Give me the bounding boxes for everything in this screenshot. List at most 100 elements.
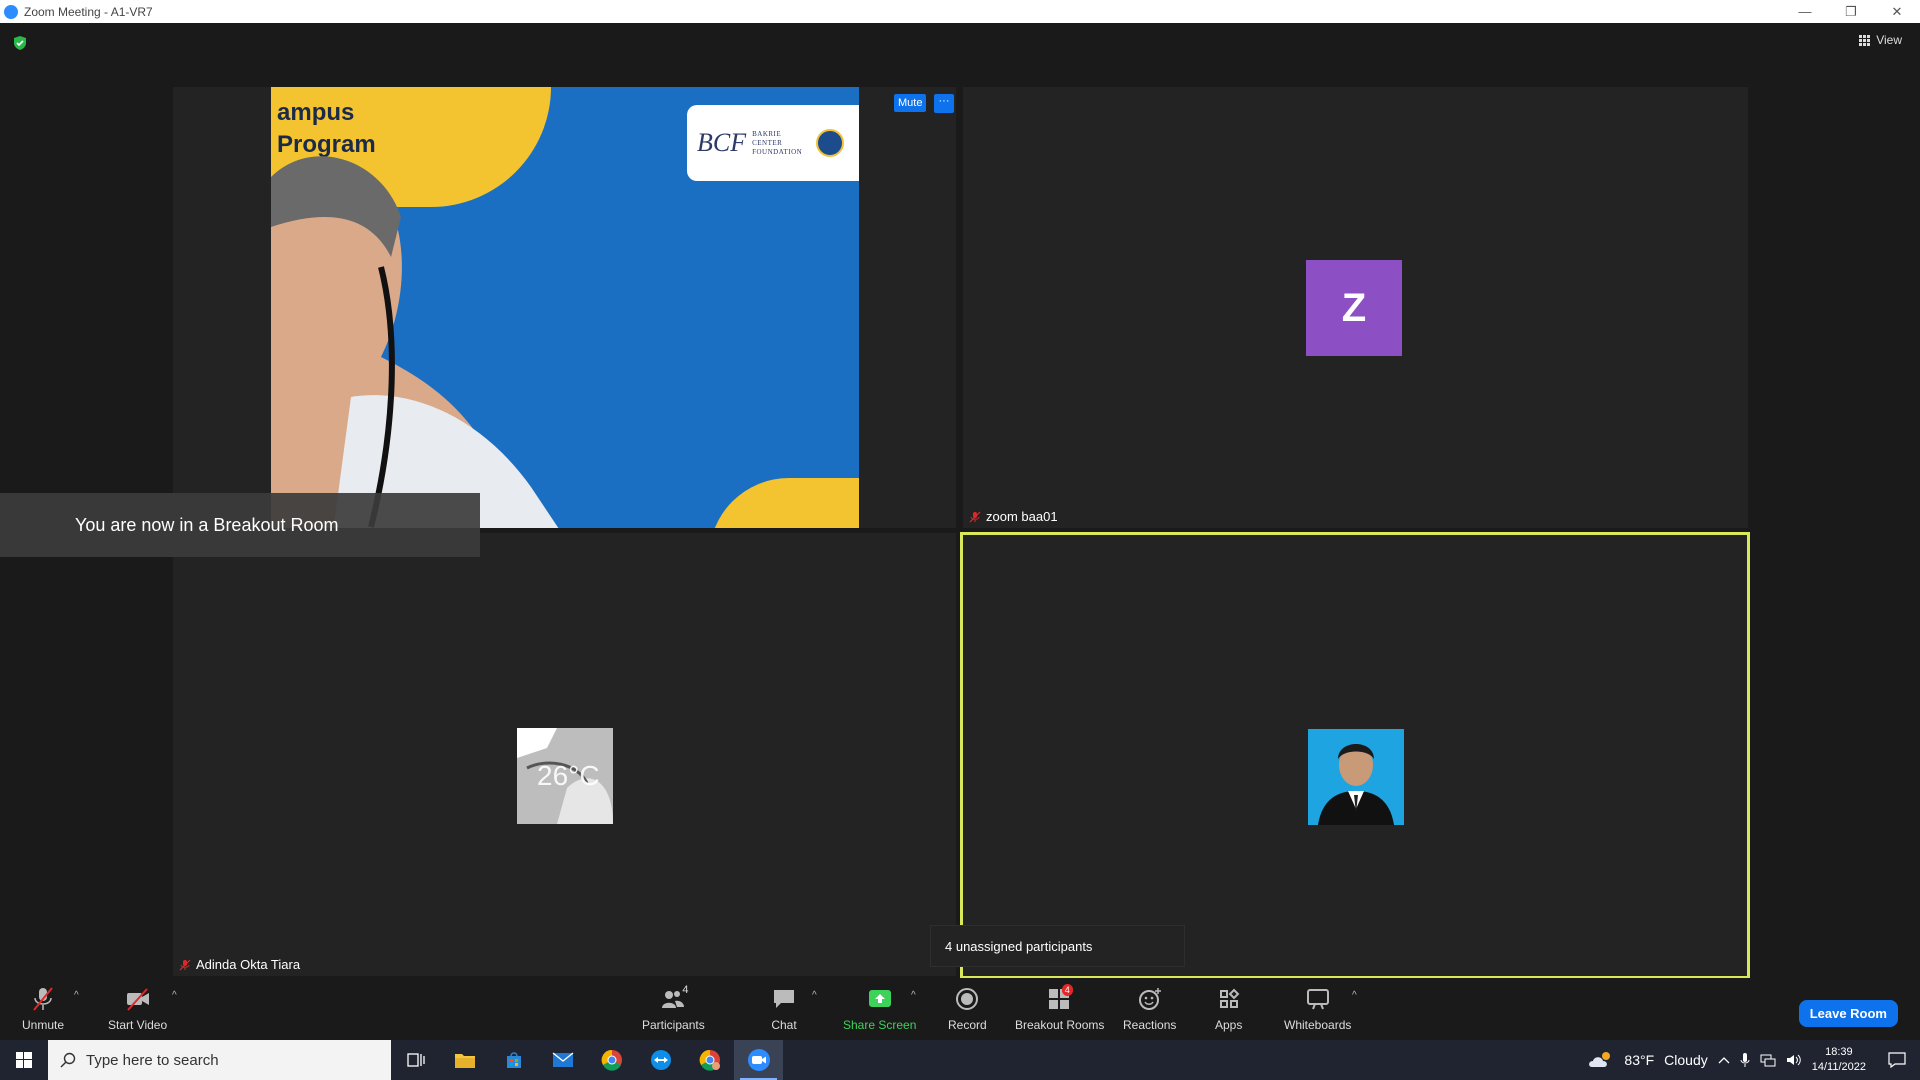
logo-org-line2: CENTER <box>752 138 783 147</box>
mail-icon <box>552 1052 573 1067</box>
participant-video: ampus Program BCF BAKRIE CENTER FOUNDATI… <box>271 87 859 528</box>
participants-button[interactable]: 4 Participants <box>642 984 705 1032</box>
reactions-button[interactable]: Reactions <box>1123 986 1176 1032</box>
profile-photo <box>1308 729 1404 825</box>
restore-button[interactable]: ❐ <box>1828 0 1874 23</box>
reactions-icon <box>1138 988 1161 1010</box>
system-tray: 83°F Cloudy 18:39 14/11/2022 <box>1588 1040 1920 1080</box>
participant-name: zoom baa01 <box>986 509 1058 524</box>
notifications-icon[interactable] <box>1888 1052 1906 1068</box>
participants-label: Participants <box>642 1018 705 1032</box>
breakout-rooms-button[interactable]: 4 Breakout Rooms <box>1015 984 1104 1032</box>
chat-options-caret[interactable]: ^ <box>812 990 817 1001</box>
chat-button[interactable]: Chat <box>771 986 797 1032</box>
volume-icon[interactable] <box>1786 1053 1802 1067</box>
store-icon <box>506 1052 521 1068</box>
more-options-button[interactable]: ··· <box>934 94 954 113</box>
emblem-icon <box>816 129 845 157</box>
person-silhouette <box>271 156 559 528</box>
avatar: 26°C <box>517 728 613 824</box>
start-button[interactable] <box>0 1040 48 1080</box>
minimize-button[interactable]: — <box>1782 0 1828 23</box>
microphone-icon[interactable] <box>1740 1052 1750 1068</box>
chat-label: Chat <box>771 1018 797 1032</box>
task-view-icon <box>406 1053 425 1067</box>
leave-room-button[interactable]: Leave Room <box>1798 1000 1898 1027</box>
task-view-button[interactable] <box>391 1040 440 1080</box>
whiteboards-label: Whiteboards <box>1284 1018 1352 1032</box>
window-title: Zoom Meeting - A1-VR7 <box>24 4 153 19</box>
chrome-icon <box>601 1049 622 1071</box>
participants-count: 4 <box>682 984 689 996</box>
close-button[interactable]: ✕ <box>1874 0 1920 23</box>
whiteboards-options-caret[interactable]: ^ <box>1352 990 1357 1001</box>
video-tile-active-speaker[interactable] <box>960 532 1750 979</box>
network-icon[interactable] <box>1760 1053 1776 1067</box>
folder-icon <box>454 1054 475 1068</box>
logo-letters: BCF <box>697 128 747 157</box>
weather-temp[interactable]: 83°F <box>1624 1052 1654 1068</box>
logo-org-line1: BAKRIE <box>752 129 782 138</box>
meeting-area: View ampus Program BCF BAKRIE CENTER FOU… <box>0 23 1920 979</box>
zoom-app-icon <box>4 4 18 19</box>
record-label: Record <box>948 1018 987 1032</box>
teamviewer-app[interactable] <box>636 1040 685 1080</box>
tooltip-arrow <box>1052 967 1064 973</box>
video-tile-zoom-baa01[interactable]: Z zoom baa01 <box>963 87 1748 528</box>
window-titlebar: Zoom Meeting - A1-VR7 — ❐ ✕ <box>0 0 1920 23</box>
security-shield-icon[interactable] <box>12 35 28 51</box>
weather-desc[interactable]: Cloudy <box>1664 1052 1708 1068</box>
clock-time: 18:39 <box>1825 1046 1853 1058</box>
whiteboard-icon <box>1306 989 1329 1010</box>
grid-icon <box>1859 34 1871 46</box>
foundation-logo: BCF BAKRIE CENTER FOUNDATION <box>687 105 859 181</box>
teamviewer-icon <box>650 1050 671 1070</box>
participant-name: Adinda Okta Tiara <box>196 957 301 972</box>
logo-org-name: BAKRIE CENTER FOUNDATION <box>752 130 802 157</box>
search-placeholder: Type here to search <box>86 1051 219 1069</box>
logo-org-line3: FOUNDATION <box>752 147 803 156</box>
view-label: View <box>1876 33 1902 47</box>
video-tile-shared[interactable]: ampus Program BCF BAKRIE CENTER FOUNDATI… <box>173 87 956 528</box>
avatar: Z <box>1306 260 1402 356</box>
view-button[interactable]: View <box>1859 33 1902 47</box>
breakout-room-toast: You are now in a Breakout Room <box>0 493 480 557</box>
chevron-up-icon[interactable] <box>1718 1055 1730 1065</box>
record-icon <box>956 988 979 1010</box>
windows-icon <box>16 1052 32 1068</box>
share-options-caret[interactable]: ^ <box>911 990 916 1001</box>
taskbar-clock[interactable]: 18:39 14/11/2022 <box>1812 1045 1866 1075</box>
unmute-button[interactable]: Unmute <box>22 986 64 1032</box>
video-options-caret[interactable]: ^ <box>172 990 177 1001</box>
chrome-profile-icon <box>699 1049 720 1071</box>
whiteboards-button[interactable]: Whiteboards <box>1284 986 1351 1032</box>
video-tile-adinda[interactable]: 26°C Adinda Okta Tiara <box>173 533 956 976</box>
start-video-label: Start Video <box>108 1018 168 1032</box>
cloudy-weather-icon[interactable] <box>1588 1051 1614 1069</box>
slide-shape-bottom <box>709 478 859 528</box>
share-screen-button[interactable]: Share Screen <box>843 986 916 1032</box>
avatar-text: 26°C <box>537 760 600 791</box>
file-explorer-app[interactable] <box>440 1040 489 1080</box>
zoom-app[interactable] <box>734 1040 783 1080</box>
audio-options-caret[interactable]: ^ <box>74 990 79 1001</box>
mute-participant-button[interactable]: Mute <box>894 94 927 112</box>
mail-app[interactable] <box>538 1040 587 1080</box>
search-icon <box>60 1052 76 1068</box>
breakout-icon-wrap: 4 <box>1047 984 1073 1012</box>
taskbar-search[interactable]: Type here to search <box>48 1040 391 1080</box>
reactions-label: Reactions <box>1123 1018 1177 1032</box>
chrome-app[interactable] <box>587 1040 636 1080</box>
start-video-button[interactable]: Start Video <box>108 986 167 1032</box>
unmute-label: Unmute <box>22 1018 65 1032</box>
store-app[interactable] <box>489 1040 538 1080</box>
participant-name-tag: zoom baa01 <box>969 509 1058 524</box>
windows-taskbar: Type here to search 83°F Cloudy 18:39 14… <box>0 1040 1920 1080</box>
share-screen-icon <box>868 990 891 1007</box>
chrome-profile-app[interactable] <box>685 1040 734 1080</box>
apps-icon <box>1219 988 1240 1008</box>
muted-mic-icon <box>179 959 191 970</box>
apps-button[interactable]: Apps <box>1215 986 1242 1032</box>
clock-date: 14/11/2022 <box>1811 1061 1866 1073</box>
record-button[interactable]: Record <box>948 986 987 1032</box>
